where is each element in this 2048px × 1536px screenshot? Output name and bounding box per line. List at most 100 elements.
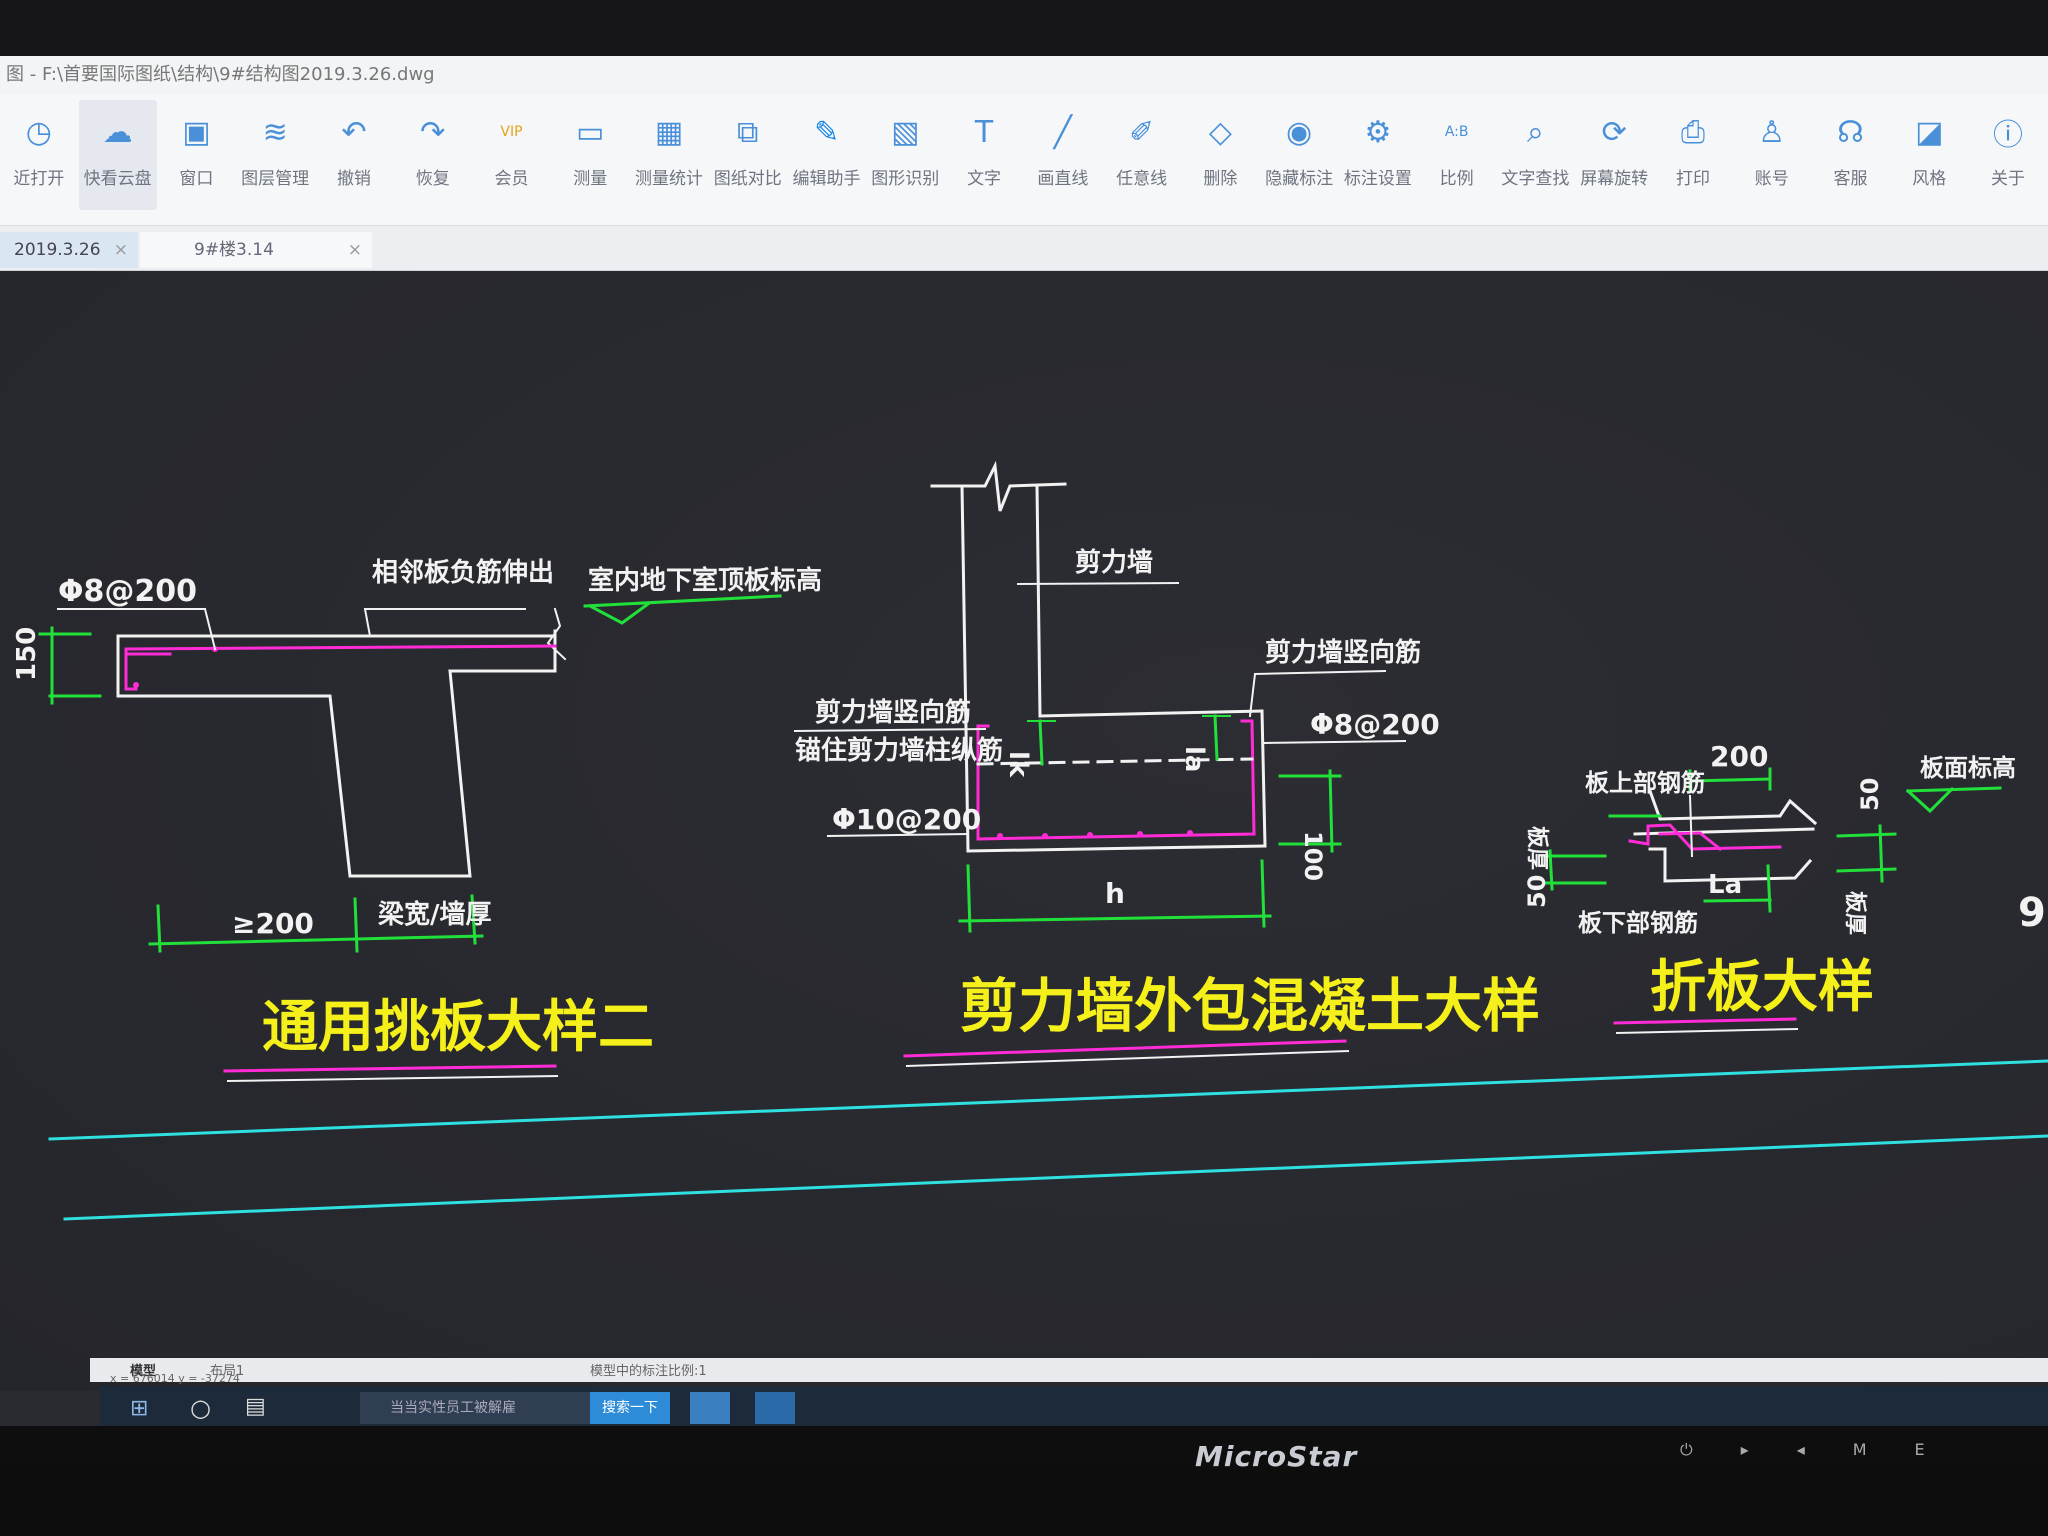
toolbar-button-clock[interactable]: ◷ 近打开 — [0, 100, 78, 210]
text-icon: T — [974, 114, 994, 150]
tab-label: 2019.3.26 — [14, 240, 101, 260]
toolbar-button-shape-recognize[interactable]: ▧ 图形识别 — [866, 100, 944, 210]
toolbar-button-compare[interactable]: ⧉ 图纸对比 — [709, 100, 787, 210]
measure-stats-icon: ▦ — [654, 114, 684, 150]
monitor-right-button[interactable]: ▸ — [1741, 1440, 1749, 1460]
toolbar-button-label: 风格 — [1912, 169, 1947, 189]
document-tabs: 2019.3.26 × 9#楼3.14 × — [0, 226, 2048, 271]
cortana-icon[interactable]: ○ — [190, 1394, 211, 1422]
toolbar-button-text-search[interactable]: ⌕ 文字查找 — [1497, 100, 1575, 210]
cad-app-icon[interactable] — [690, 1392, 730, 1424]
toolbar-button-style[interactable]: ◪ 风格 — [1890, 100, 1968, 210]
toolbar-button-label: 图纸对比 — [713, 169, 782, 189]
clock-icon: ◷ — [25, 114, 52, 150]
shape-recognize-icon: ▧ — [891, 114, 920, 150]
toolbar-button-label: 图形识别 — [871, 169, 940, 189]
coordinates: x = 676014 y = -37274 — [110, 1372, 240, 1385]
status-bar: 模型 布局1 模型中的标注比例:1 x = 676014 y = -37274 — [90, 1358, 2048, 1385]
toolbar-button-label: 打印 — [1675, 169, 1710, 189]
cad-label-negative-bar: 相邻板负筋伸出 — [372, 557, 554, 588]
toolbar-button-line[interactable]: ╱ 画直线 — [1024, 100, 1102, 210]
search-button[interactable]: 搜索一下 — [590, 1392, 670, 1424]
toolbar-button-redo[interactable]: ↷ 恢复 — [394, 100, 472, 210]
drawing-frame-lines — [48, 1059, 2048, 1221]
monitor-menu-button[interactable]: M — [1853, 1440, 1867, 1460]
app-icon[interactable] — [755, 1392, 795, 1424]
cad-label-thickness-right: 板厚 — [1842, 891, 1867, 935]
cad-canvas[interactable]: Φ8@200 相邻板负筋伸出 室内地下室顶板标高 150 ≥200 梁宽/墙厚 … — [0, 271, 2048, 1391]
cad-dim-50-right: 50 — [1856, 778, 1884, 811]
account-icon: ♙ — [1758, 114, 1786, 150]
cad-label-lk: lk — [1003, 751, 1033, 778]
ruler-icon: ▭ — [576, 114, 605, 150]
task-view-icon[interactable]: ▤ — [245, 1394, 266, 1419]
cad-label-elevation: 室内地下室顶板标高 — [588, 565, 822, 596]
cad-drawing: Φ8@200 相邻板负筋伸出 室内地下室顶板标高 150 ≥200 梁宽/墙厚 … — [12, 460, 2048, 1221]
toolbar-button-label: 账号 — [1754, 169, 1789, 189]
toolbar-button-hide-annotation[interactable]: ◉ 隐藏标注 — [1260, 100, 1338, 210]
cad-dim-50-left: 50 — [1523, 875, 1551, 908]
toolbar-button-label: 编辑助手 — [792, 169, 861, 189]
cad-label-bottom-bar: 板下部钢筋 — [1578, 909, 1698, 937]
edit-assistant-icon: ✎ — [813, 114, 840, 150]
toolbar-button-label: 近打开 — [13, 169, 65, 189]
toolbar-button-undo[interactable]: ↶ 撤销 — [315, 100, 393, 210]
cad-label-la: la — [1179, 746, 1209, 772]
toolbar-button-label: 客服 — [1833, 169, 1868, 189]
toolbar-button-freehand[interactable]: ✐ 任意线 — [1103, 100, 1181, 210]
toolbar-button-ruler[interactable]: ▭ 测量 — [551, 100, 629, 210]
toolbar-button-label: 恢复 — [415, 169, 450, 189]
cad-label-thickness-left: 板厚 — [1524, 826, 1549, 870]
cad-label-shear-wall: 剪力墙 — [1075, 547, 1153, 578]
close-icon[interactable]: × — [348, 232, 362, 268]
cad-dim-beam-width: 梁宽/墙厚 — [377, 899, 492, 930]
toolbar-button-account[interactable]: ♙ 账号 — [1733, 100, 1811, 210]
window-icon: ▣ — [182, 114, 211, 150]
detail-title-shear-wall: 剪力墙外包混凝土大样 — [960, 972, 1540, 1040]
toolbar-button-label: 任意线 — [1116, 169, 1168, 189]
windows-start-icon[interactable]: ⊞ — [130, 1396, 148, 1421]
tab-2019-3-26[interactable]: 2019.3.26 × — [0, 232, 138, 268]
cad-label-rebar-right: Φ8@200 — [1310, 708, 1440, 741]
toolbar-button-label: 窗口 — [179, 169, 214, 189]
monitor-exit-button[interactable]: E — [1915, 1440, 1925, 1460]
toolbar-button-annotation-settings[interactable]: ⚙ 标注设置 — [1339, 100, 1417, 210]
toolbar-button-scale[interactable]: A:B 比例 — [1418, 100, 1496, 210]
toolbar-button-label: 画直线 — [1037, 169, 1089, 189]
headset-icon: ☊ — [1837, 114, 1864, 150]
toolbar-button-label: 快看云盘 — [83, 169, 152, 189]
toolbar-button-window[interactable]: ▣ 窗口 — [158, 100, 236, 210]
power-button[interactable]: ⏻ — [1680, 1440, 1693, 1460]
toolbar-button-label: 屏幕旋转 — [1580, 169, 1649, 189]
print-icon: ⎙ — [1680, 114, 1705, 150]
toolbar-button-cloud[interactable]: ☁ 快看云盘 — [78, 100, 157, 210]
toolbar-button-text[interactable]: T 文字 — [945, 100, 1023, 210]
eraser-icon: ◇ — [1208, 114, 1232, 150]
toolbar-button-about[interactable]: ⓘ 关于 — [1969, 100, 2047, 210]
toolbar-button-headset[interactable]: ☊ 客服 — [1812, 100, 1890, 210]
toolbar-button-rotate-screen[interactable]: ⟳ 屏幕旋转 — [1575, 100, 1653, 210]
toolbar-button-eraser[interactable]: ◇ 删除 — [1181, 100, 1259, 210]
toolbar-button-vip[interactable]: VIP 会员 — [473, 100, 551, 210]
screen: 图 - F:\首要国际图纸\结构\9#结构图2019.3.26.dwg ◷ 近打开… — [0, 56, 2048, 1426]
tab-9-lou-3-14[interactable]: 9#楼3.14 × — [140, 232, 372, 268]
tab-label: 9#楼3.14 — [194, 240, 274, 260]
line-icon: ╱ — [1053, 114, 1072, 150]
toolbar-button-label: 图层管理 — [241, 169, 310, 189]
close-icon[interactable]: × — [114, 232, 128, 268]
cad-label-rebar: Φ8@200 — [58, 574, 197, 609]
monitor-buttons: ⏻ ▸ ◂ M E — [1680, 1440, 1925, 1460]
toolbar-button-label: 会员 — [494, 169, 529, 189]
toolbar-button-measure-stats[interactable]: ▦ 测量统计 — [630, 100, 708, 210]
compare-icon: ⧉ — [737, 114, 759, 150]
detail-title-folded-slab: 折板大样 — [1650, 955, 1874, 1020]
freehand-icon: ✐ — [1129, 114, 1155, 150]
toolbar-button-layers[interactable]: ≋ 图层管理 — [236, 100, 314, 210]
cad-dim-min200: ≥200 — [232, 907, 314, 940]
cad-dim-150: 150 — [12, 627, 42, 681]
taskbar-search[interactable]: 当当实性员工被解雇 — [360, 1392, 590, 1424]
toolbar-button-print[interactable]: ⎙ 打印 — [1654, 100, 1732, 210]
toolbar-button-edit-assistant[interactable]: ✎ 编辑助手 — [788, 100, 866, 210]
redo-icon: ↷ — [420, 114, 446, 150]
monitor-left-button[interactable]: ◂ — [1797, 1440, 1805, 1460]
